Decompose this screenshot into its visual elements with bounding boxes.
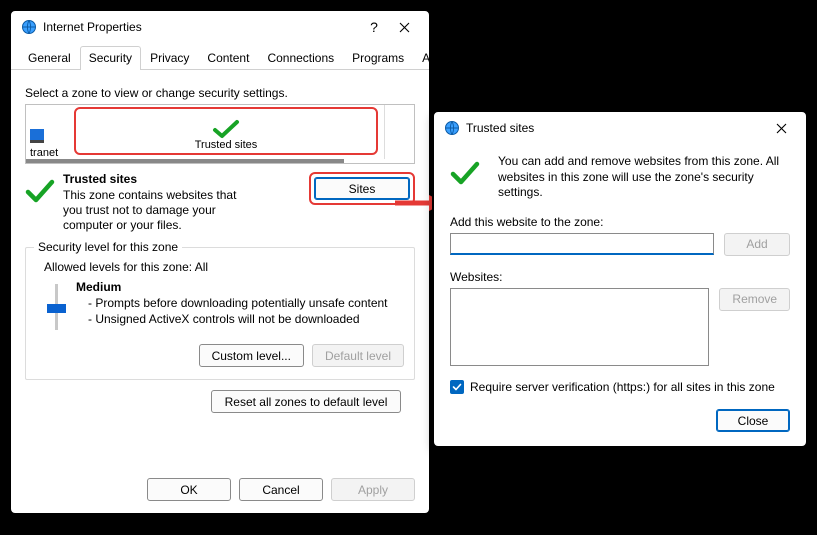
zone-item-label: tranet bbox=[30, 147, 58, 159]
annotation-highlight: Sites bbox=[309, 172, 415, 205]
titlebar: Internet Properties ? bbox=[11, 11, 429, 43]
tab-general[interactable]: General bbox=[19, 46, 80, 70]
close-button[interactable] bbox=[389, 13, 419, 41]
checkmark-icon bbox=[25, 178, 55, 207]
default-level-button[interactable]: Default level bbox=[312, 344, 404, 367]
level-detail-line: - Unsigned ActiveX controls will not be … bbox=[88, 312, 404, 328]
level-name: Medium bbox=[76, 280, 404, 294]
add-website-input[interactable] bbox=[450, 233, 714, 255]
checkmark-icon bbox=[450, 160, 480, 189]
security-level-slider[interactable] bbox=[55, 284, 58, 330]
zone-item-label: Trusted sites bbox=[195, 139, 258, 151]
allowed-levels-text: Allowed levels for this zone: All bbox=[44, 260, 404, 274]
websites-listbox[interactable] bbox=[450, 288, 709, 366]
internet-properties-dialog: Internet Properties ? General Security P… bbox=[9, 9, 431, 515]
close-dialog-button[interactable]: Close bbox=[716, 409, 790, 432]
tab-programs[interactable]: Programs bbox=[343, 46, 413, 70]
zone-listbox[interactable]: tranet Trusted sites bbox=[25, 104, 415, 164]
zone-item-restricted[interactable] bbox=[384, 105, 414, 159]
tab-advanced[interactable]: Advanced bbox=[413, 46, 484, 70]
tab-privacy[interactable]: Privacy bbox=[141, 46, 198, 70]
tab-content[interactable]: Content bbox=[198, 46, 258, 70]
add-website-label: Add this website to the zone: bbox=[450, 215, 790, 229]
sites-button[interactable]: Sites bbox=[314, 177, 410, 200]
require-https-label: Require server verification (https:) for… bbox=[470, 380, 775, 394]
tab-strip: General Security Privacy Content Connect… bbox=[11, 45, 429, 70]
checkmark-icon bbox=[212, 119, 240, 139]
trusted-sites-dialog: Trusted sites You can add and remove web… bbox=[432, 110, 808, 448]
add-button[interactable]: Add bbox=[724, 233, 790, 256]
cancel-button[interactable]: Cancel bbox=[239, 478, 323, 501]
groupbox-label: Security level for this zone bbox=[34, 240, 182, 254]
custom-level-button[interactable]: Custom level... bbox=[199, 344, 304, 367]
help-button[interactable]: ? bbox=[359, 13, 389, 41]
ok-button[interactable]: OK bbox=[147, 478, 231, 501]
tab-connections[interactable]: Connections bbox=[258, 46, 343, 70]
titlebar: Trusted sites bbox=[434, 112, 806, 144]
close-button[interactable] bbox=[766, 114, 796, 142]
reset-zones-button[interactable]: Reset all zones to default level bbox=[211, 390, 401, 413]
remove-button[interactable]: Remove bbox=[719, 288, 790, 311]
level-detail-line: - Prompts before downloading potentially… bbox=[88, 296, 404, 312]
internet-options-icon bbox=[21, 19, 37, 35]
dialog-title: Internet Properties bbox=[43, 20, 359, 34]
security-level-group: Security level for this zone Allowed lev… bbox=[25, 247, 415, 380]
zone-item-intranet[interactable]: tranet bbox=[26, 105, 68, 159]
trusted-sites-intro: You can add and remove websites from thi… bbox=[498, 154, 790, 201]
zone-scrollbar[interactable] bbox=[26, 159, 344, 163]
monitor-icon bbox=[30, 129, 44, 143]
internet-options-icon bbox=[444, 120, 460, 136]
zone-description: This zone contains websites that you tru… bbox=[63, 188, 243, 233]
slider-thumb[interactable] bbox=[47, 304, 66, 313]
zone-title: Trusted sites bbox=[63, 172, 301, 186]
apply-button[interactable]: Apply bbox=[331, 478, 415, 501]
tab-security[interactable]: Security bbox=[80, 46, 141, 70]
dialog-title: Trusted sites bbox=[466, 121, 766, 135]
zone-item-trusted-sites[interactable]: Trusted sites bbox=[74, 107, 378, 155]
zone-instruction: Select a zone to view or change security… bbox=[25, 86, 415, 100]
require-https-checkbox[interactable] bbox=[450, 380, 464, 394]
websites-label: Websites: bbox=[450, 270, 790, 284]
